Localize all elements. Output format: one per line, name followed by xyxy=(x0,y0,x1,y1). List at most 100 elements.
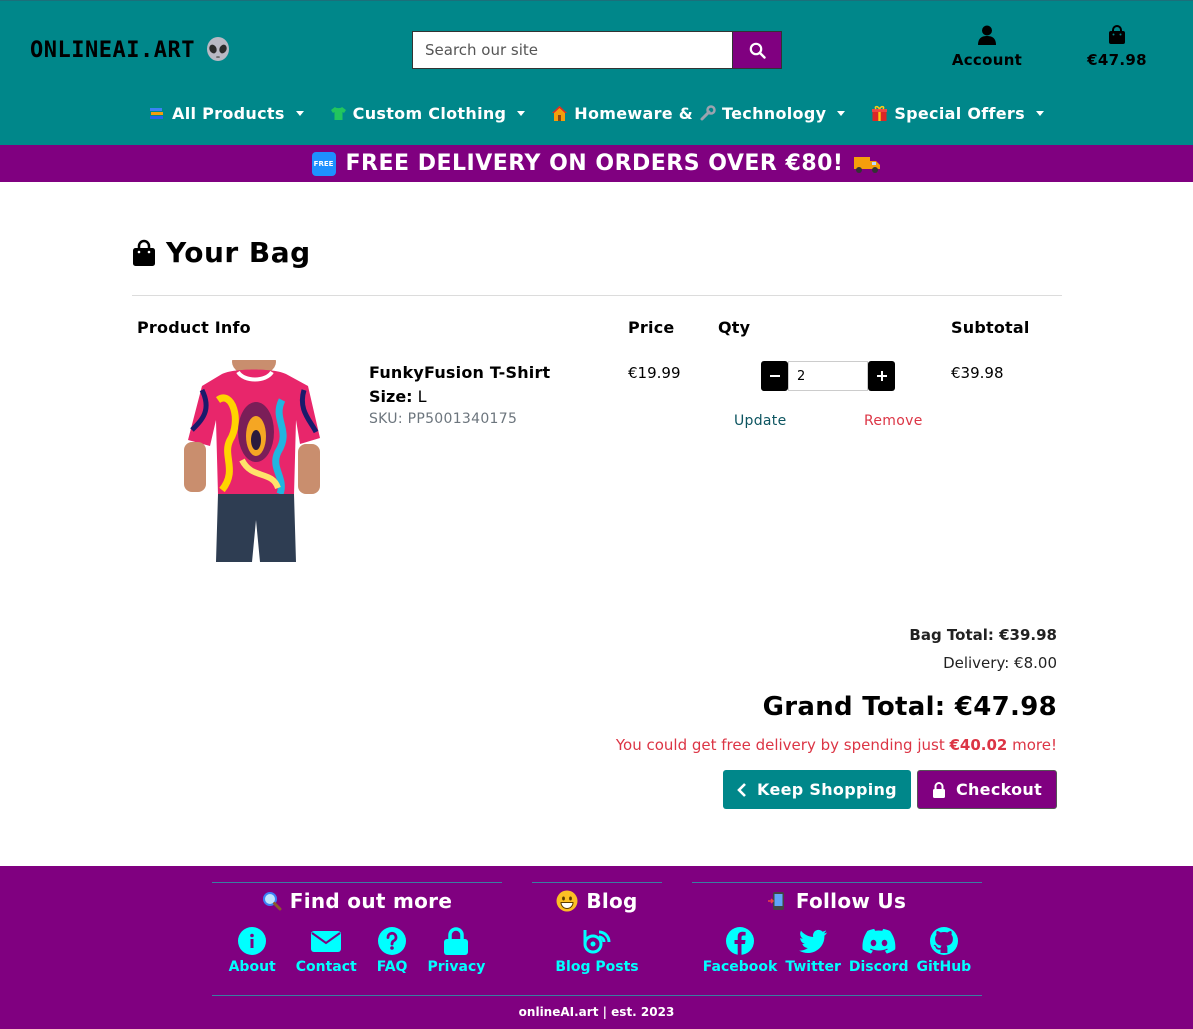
checkout-button[interactable]: Checkout xyxy=(917,770,1057,809)
footer-link-label: About xyxy=(228,959,276,975)
gift-icon xyxy=(872,105,888,121)
footer-link-discord[interactable]: Discord xyxy=(849,927,909,975)
footer-link-label: Discord xyxy=(848,959,909,975)
footer-heading: Follow Us xyxy=(795,889,907,913)
chevron-down-icon xyxy=(837,111,846,116)
product-image[interactable] xyxy=(182,360,322,562)
main-nav: All Products Custom Clothing Homeware & … xyxy=(0,104,1193,123)
page-title: Your Bag xyxy=(132,236,311,269)
promo-text: FREE DELIVERY ON ORDERS OVER €80! xyxy=(345,151,844,176)
nav-label: Technology xyxy=(722,104,827,123)
increment-button[interactable] xyxy=(868,361,895,391)
chevron-down-icon xyxy=(517,111,526,116)
user-icon xyxy=(978,25,996,45)
column-header-qty: Qty xyxy=(718,318,751,337)
grinning-face-icon xyxy=(556,890,578,912)
account-label: Account xyxy=(951,51,1023,69)
bag-total: Bag Total: €39.98 xyxy=(909,626,1057,644)
free-msg-prefix: You could get free delivery by spending … xyxy=(615,736,950,754)
update-link[interactable]: Update xyxy=(734,413,787,429)
footer-heading: Find out more xyxy=(289,889,453,913)
free-msg-amount: €40.02 xyxy=(949,736,1008,754)
checkout-label: Checkout xyxy=(955,780,1043,799)
nav-homeware-technology[interactable]: Homeware & Technology xyxy=(551,104,846,123)
search-icon xyxy=(749,42,766,59)
footer-heading: Blog xyxy=(586,889,638,913)
free-delivery-banner: FREE FREE DELIVERY ON ORDERS OVER €80! xyxy=(0,145,1193,182)
size-label: Size: xyxy=(369,387,413,406)
free-msg-suffix: more! xyxy=(1007,736,1057,754)
size-value: L xyxy=(417,387,427,406)
chevron-left-icon xyxy=(737,782,746,797)
footer-follow-us: Follow Us Facebook Twitter Discord GitHu… xyxy=(692,882,982,975)
bag-total-label: €47.98 xyxy=(1087,51,1147,69)
product-subtotal: €39.98 xyxy=(951,364,1004,382)
envelope-icon xyxy=(311,931,342,952)
free-delivery-message: You could get free delivery by spending … xyxy=(616,736,1057,754)
nav-all-products[interactable]: All Products xyxy=(149,104,304,123)
quantity-stepper xyxy=(761,361,895,391)
footer-link-github[interactable]: GitHub xyxy=(916,927,972,975)
delivery-truck-icon xyxy=(854,156,881,173)
footer-link-label: Facebook xyxy=(702,959,778,975)
info-icon xyxy=(238,927,267,955)
nav-label: Custom Clothing xyxy=(352,104,507,123)
account-link[interactable]: Account xyxy=(946,25,1028,69)
nav-custom-clothing[interactable]: Custom Clothing xyxy=(330,104,526,123)
footer-link-label: Privacy xyxy=(427,959,486,975)
footer-link-facebook[interactable]: Facebook xyxy=(702,927,778,975)
footer-link-about[interactable]: About xyxy=(229,927,276,975)
discord-icon xyxy=(862,928,896,954)
site-logo[interactable]: ONLINEAI.ART xyxy=(30,37,231,63)
quantity-input[interactable] xyxy=(788,361,868,391)
nav-label: All Products xyxy=(172,104,285,123)
product-name[interactable]: FunkyFusion T-Shirt xyxy=(369,363,550,382)
nav-label: Special Offers xyxy=(894,104,1025,123)
lock-icon xyxy=(932,781,945,798)
mobile-phone-icon xyxy=(767,892,784,910)
footer-link-label: Contact xyxy=(295,959,357,975)
product-price: €19.99 xyxy=(628,364,681,382)
copyright: onlineAI.art | est. 2023 xyxy=(518,1005,675,1019)
plus-icon xyxy=(876,371,887,381)
shopping-bag-icon xyxy=(133,239,155,266)
lock-icon xyxy=(444,927,469,955)
search-form xyxy=(412,31,782,69)
facebook-icon xyxy=(726,927,755,955)
footer-link-twitter[interactable]: Twitter xyxy=(785,927,841,975)
footer-link-label: Twitter xyxy=(785,959,841,975)
delivery-cost: Delivery: €8.00 xyxy=(943,654,1057,672)
keep-shopping-label: Keep Shopping xyxy=(757,780,897,799)
search-input[interactable] xyxy=(412,31,732,69)
footer-link-privacy[interactable]: Privacy xyxy=(427,927,485,975)
divider xyxy=(132,295,1062,296)
logo-text: ONLINEAI.ART xyxy=(30,37,195,63)
column-header-price: Price xyxy=(628,318,675,337)
column-header-subtotal: Subtotal xyxy=(951,318,1030,337)
grand-total: Grand Total: €47.98 xyxy=(762,692,1057,722)
footer-link-blog-posts[interactable]: Blog Posts xyxy=(555,927,639,975)
footer-link-label: FAQ xyxy=(376,959,408,975)
footer-link-faq[interactable]: FAQ xyxy=(376,927,408,975)
footer-link-label: GitHub xyxy=(916,959,972,975)
footer-link-contact[interactable]: Contact xyxy=(296,927,357,975)
minus-icon xyxy=(769,375,780,377)
github-icon xyxy=(929,927,958,955)
books-icon xyxy=(150,108,164,119)
footer-link-label: Blog Posts xyxy=(555,959,639,975)
keep-shopping-button[interactable]: Keep Shopping xyxy=(723,770,911,809)
product-size: Size: L xyxy=(369,387,427,406)
site-footer: Find out more About Contact FAQ Privacy xyxy=(0,866,1193,1029)
nav-special-offers[interactable]: Special Offers xyxy=(871,104,1044,123)
house-icon xyxy=(552,106,568,121)
chevron-down-icon xyxy=(1035,111,1044,116)
bag-link[interactable]: €47.98 xyxy=(1080,25,1154,69)
chevron-down-icon xyxy=(295,111,304,116)
footer-blog: Blog Blog Posts xyxy=(532,882,662,975)
question-icon xyxy=(378,927,407,955)
decrement-button[interactable] xyxy=(761,361,788,391)
footer-find-out-more: Find out more About Contact FAQ Privacy xyxy=(212,882,502,975)
remove-link[interactable]: Remove xyxy=(864,413,923,429)
search-button[interactable] xyxy=(732,31,782,69)
product-sku: SKU: PP5001340175 xyxy=(369,411,518,427)
